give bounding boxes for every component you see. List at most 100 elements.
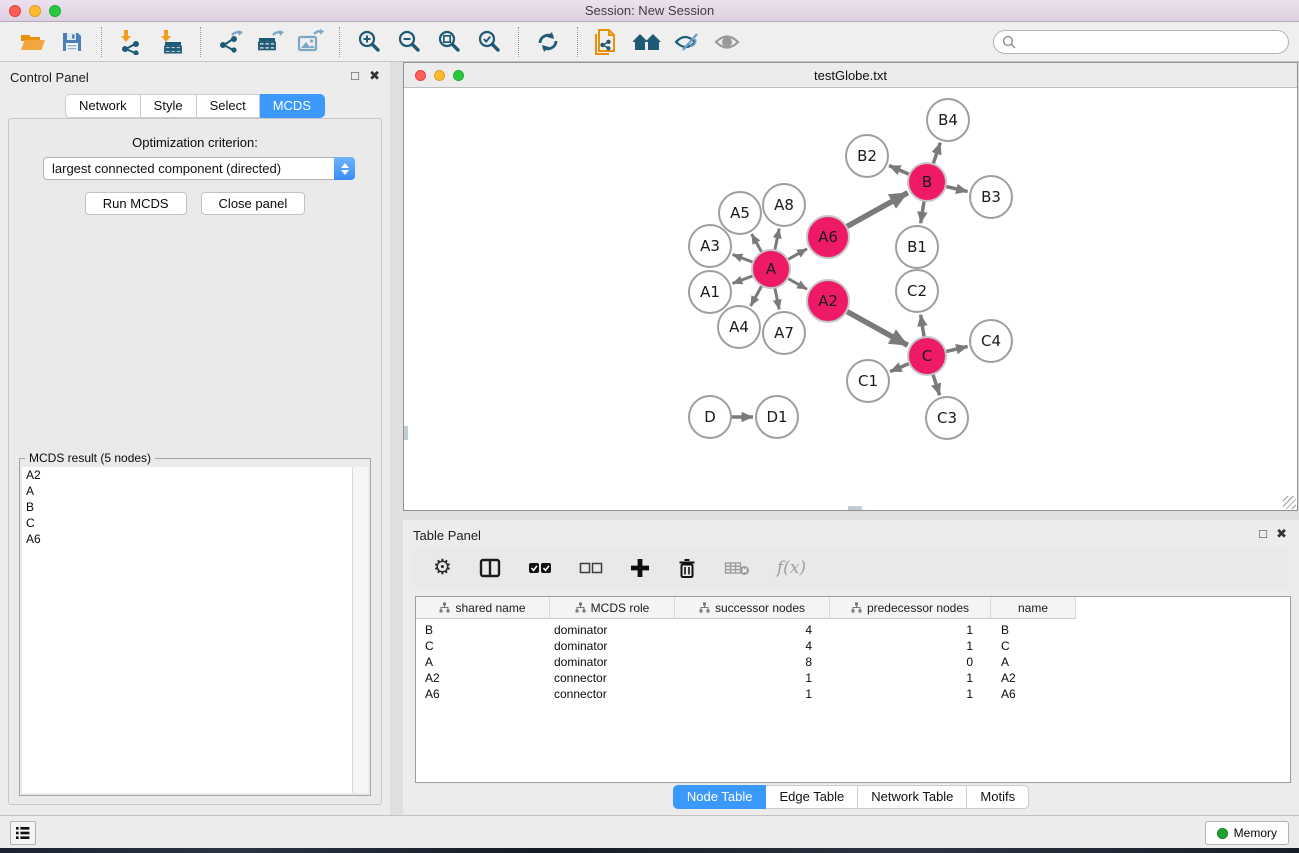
export-image-icon[interactable] bbox=[293, 26, 327, 58]
select-all-icon[interactable] bbox=[528, 561, 552, 575]
memory-label: Memory bbox=[1234, 826, 1277, 840]
float-table-panel-icon[interactable]: □ bbox=[1259, 526, 1267, 541]
result-scrollbar[interactable] bbox=[353, 467, 368, 793]
graph-node-label-C1: C1 bbox=[858, 372, 878, 390]
delete-icon[interactable] bbox=[677, 557, 697, 579]
cell-name[interactable]: A bbox=[991, 655, 1076, 669]
show-columns-icon[interactable] bbox=[479, 558, 501, 578]
cell-mcds-role[interactable]: connector bbox=[550, 671, 675, 685]
zoom-fit-icon[interactable] bbox=[432, 26, 466, 58]
network-window-titlebar: testGlobe.txt bbox=[404, 63, 1297, 88]
cell-shared-name[interactable]: A bbox=[416, 655, 550, 669]
table-row[interactable]: B dominator 4 1 B bbox=[416, 622, 1290, 638]
column-header-mcds-role[interactable]: MCDS role bbox=[550, 597, 675, 619]
cell-predecessor-nodes[interactable]: 1 bbox=[830, 687, 991, 701]
cell-successor-nodes[interactable]: 8 bbox=[675, 655, 830, 669]
criterion-dropdown[interactable]: largest connected component (directed) bbox=[43, 157, 355, 180]
zoom-selected-icon[interactable] bbox=[472, 26, 506, 58]
cell-mcds-role[interactable]: dominator bbox=[550, 623, 675, 637]
shared-column-icon bbox=[439, 602, 450, 613]
tab-network-table[interactable]: Network Table bbox=[858, 785, 967, 809]
cell-shared-name[interactable]: A6 bbox=[416, 687, 550, 701]
import-network-icon[interactable] bbox=[114, 26, 148, 58]
search-field[interactable] bbox=[993, 30, 1289, 54]
column-header-name[interactable]: name bbox=[991, 597, 1076, 619]
cell-predecessor-nodes[interactable]: 1 bbox=[830, 639, 991, 653]
tab-mcds[interactable]: MCDS bbox=[260, 94, 325, 118]
cell-mcds-role[interactable]: dominator bbox=[550, 639, 675, 653]
cell-predecessor-nodes[interactable]: 1 bbox=[830, 623, 991, 637]
shared-column-icon bbox=[575, 602, 586, 613]
list-item[interactable]: C bbox=[22, 515, 352, 531]
float-panel-icon[interactable]: □ bbox=[351, 68, 359, 83]
tab-style[interactable]: Style bbox=[141, 94, 197, 118]
horizontal-scrollbar-thumb[interactable] bbox=[848, 506, 862, 510]
network-view-window: testGlobe.txt B4B2BB3A5A8A6B1A3AC2A1A2A4… bbox=[403, 62, 1298, 511]
close-panel-icon[interactable]: ✖ bbox=[369, 68, 380, 84]
resize-grip[interactable] bbox=[1283, 496, 1296, 509]
tab-edge-table[interactable]: Edge Table bbox=[766, 785, 858, 809]
list-item[interactable]: A bbox=[22, 483, 352, 499]
open-file-icon[interactable] bbox=[15, 26, 49, 58]
graph-node-label-A: A bbox=[766, 260, 777, 278]
table-row[interactable]: A dominator 8 0 A bbox=[416, 654, 1290, 670]
graph-node-label-C3: C3 bbox=[937, 409, 957, 427]
memory-button[interactable]: Memory bbox=[1205, 821, 1289, 845]
cell-successor-nodes[interactable]: 1 bbox=[675, 687, 830, 701]
cell-predecessor-nodes[interactable]: 0 bbox=[830, 655, 991, 669]
cell-name[interactable]: A2 bbox=[991, 671, 1076, 685]
cell-mcds-role[interactable]: connector bbox=[550, 687, 675, 701]
network-canvas[interactable]: B4B2BB3A5A8A6B1A3AC2A1A2A4A7CC4C1C3DD1 bbox=[404, 88, 1297, 510]
function-builder-icon[interactable]: f(x) bbox=[777, 558, 806, 578]
add-icon[interactable] bbox=[630, 558, 650, 578]
export-network-icon[interactable] bbox=[213, 26, 247, 58]
hide-graphics-details-icon[interactable] bbox=[670, 26, 704, 58]
tab-network[interactable]: Network bbox=[65, 94, 141, 118]
column-header-predecessor-nodes[interactable]: predecessor nodes bbox=[830, 597, 991, 619]
table-row[interactable]: C dominator 4 1 C bbox=[416, 638, 1290, 654]
export-table-icon[interactable] bbox=[253, 26, 287, 58]
apply-preferred-layout-icon[interactable] bbox=[531, 26, 565, 58]
tab-motifs[interactable]: Motifs bbox=[967, 785, 1029, 809]
column-header-successor-nodes[interactable]: successor nodes bbox=[675, 597, 830, 619]
run-mcds-button[interactable]: Run MCDS bbox=[85, 192, 187, 215]
zoom-out-icon[interactable] bbox=[392, 26, 426, 58]
graph-node-label-B1: B1 bbox=[907, 238, 927, 256]
import-table-icon[interactable] bbox=[154, 26, 188, 58]
zoom-in-icon[interactable] bbox=[352, 26, 386, 58]
cell-successor-nodes[interactable]: 1 bbox=[675, 671, 830, 685]
open-network-document-icon[interactable] bbox=[590, 26, 624, 58]
close-panel-button[interactable]: Close panel bbox=[201, 192, 306, 215]
table-row[interactable]: A6 connector 1 1 A6 bbox=[416, 686, 1290, 702]
save-session-icon[interactable] bbox=[55, 26, 89, 58]
cell-successor-nodes[interactable]: 4 bbox=[675, 639, 830, 653]
cell-name[interactable]: C bbox=[991, 639, 1076, 653]
cell-predecessor-nodes[interactable]: 1 bbox=[830, 671, 991, 685]
list-item[interactable]: B bbox=[22, 499, 352, 515]
unselect-all-icon[interactable] bbox=[579, 561, 603, 575]
delete-table-icon[interactable] bbox=[724, 560, 750, 576]
search-input[interactable] bbox=[1021, 35, 1280, 49]
cell-name[interactable]: B bbox=[991, 623, 1076, 637]
control-panel: Control Panel □ ✖ Network Style Select M… bbox=[0, 62, 390, 815]
cell-shared-name[interactable]: C bbox=[416, 639, 550, 653]
gear-icon[interactable]: ⚙ bbox=[433, 558, 452, 578]
list-item[interactable]: A2 bbox=[22, 467, 352, 483]
list-item[interactable]: A6 bbox=[22, 531, 352, 547]
close-table-panel-icon[interactable]: ✖ bbox=[1276, 526, 1287, 542]
table-panel: Table Panel □ ✖ ⚙ f(x) bbox=[403, 520, 1299, 815]
task-history-button[interactable] bbox=[10, 821, 36, 845]
table-row[interactable]: A2 connector 1 1 A2 bbox=[416, 670, 1290, 686]
cell-name[interactable]: A6 bbox=[991, 687, 1076, 701]
tab-node-table[interactable]: Node Table bbox=[673, 785, 767, 809]
home-icon[interactable] bbox=[630, 26, 664, 58]
cell-mcds-role[interactable]: dominator bbox=[550, 655, 675, 669]
tab-select[interactable]: Select bbox=[197, 94, 260, 118]
column-header-shared-name[interactable]: shared name bbox=[416, 597, 550, 619]
table-panel-title: Table Panel bbox=[413, 528, 481, 543]
cell-shared-name[interactable]: B bbox=[416, 623, 550, 637]
cell-successor-nodes[interactable]: 4 bbox=[675, 623, 830, 637]
vertical-scrollbar-thumb[interactable] bbox=[404, 426, 408, 440]
cell-shared-name[interactable]: A2 bbox=[416, 671, 550, 685]
show-graphics-details-icon[interactable] bbox=[710, 26, 744, 58]
